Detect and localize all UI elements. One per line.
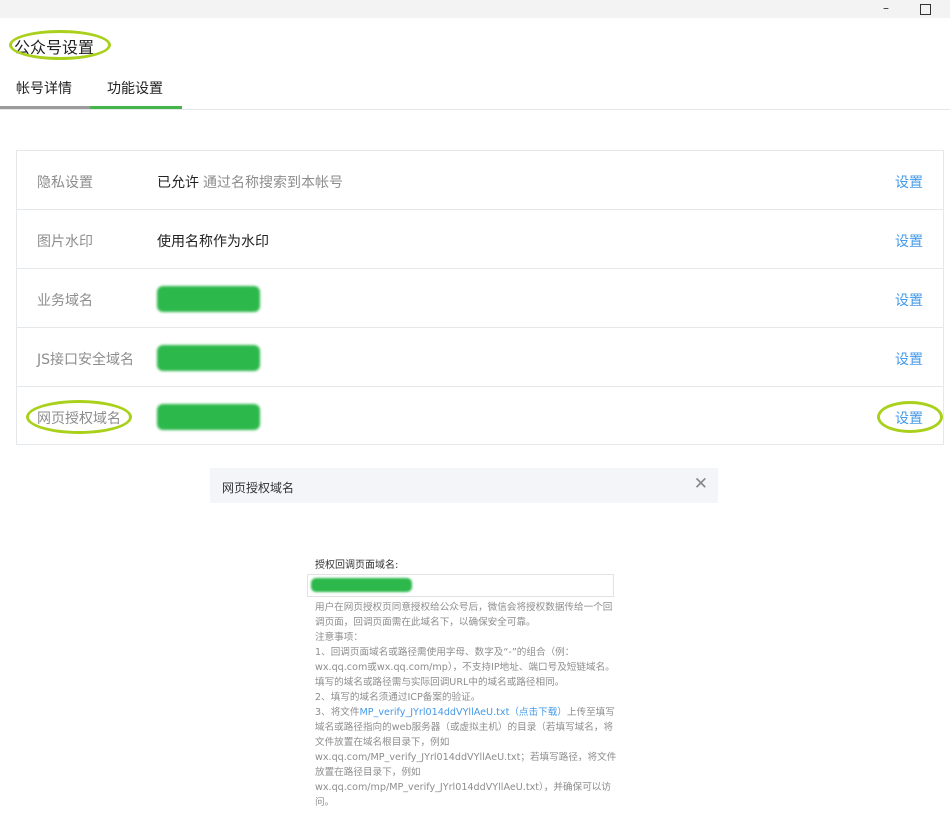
privacy-status: 已允许 [157,175,199,191]
row-value: 已允许 通过名称搜索到本帐号 [157,172,343,192]
redacted-domain-value [157,286,260,312]
privacy-settings-link[interactable]: 设置 [895,172,923,192]
settings-row-js-domain: JS接口安全域名 设置 [17,328,943,387]
watermark-value: 使用名称作为水印 [157,234,269,250]
note-3-suffix: 上传至填写域名或路径指向的web服务器（或虚拟主机）的目录（若填写域名，将文件放… [315,707,617,808]
settings-row-watermark: 图片水印 使用名称作为水印 设置 [17,210,943,269]
page-title: 公众号设置 [14,38,95,57]
desc-intro: 用户在网页授权页同意授权给公众号后，微信会将授权数据传给一个回调页面，回调页面需… [315,602,613,628]
tab-account-details[interactable]: 帐号详情 [16,78,72,98]
row-label: JS接口安全域名 [37,352,135,368]
callback-domain-input[interactable] [307,574,614,597]
settings-table: 隐私设置 已允许 通过名称搜索到本帐号 设置 图片水印 使用名称作为水印 设置 业… [16,150,944,445]
tab-feature-settings[interactable]: 功能设置 [107,78,163,98]
maximize-icon[interactable] [920,4,931,15]
note-1: 1、回调页面域名或路径需使用字母、数字及“-”的组合（例：wx.qq.com或w… [315,647,615,688]
redacted-domain-value [157,345,260,371]
dialog-title: 网页授权域名 [222,481,295,495]
callback-domain-label: 授权回调页面域名: [315,560,399,571]
row-label: 业务域名 [37,293,93,309]
watermark-settings-link[interactable]: 设置 [895,231,923,251]
settings-row-privacy: 隐私设置 已允许 通过名称搜索到本帐号 设置 [17,151,943,210]
verify-file-link[interactable]: MP_verify_JYrl014ddVYllAeU.txt [359,707,509,718]
settings-row-business-domain: 业务域名 设置 [17,269,943,328]
tab-divider [0,109,950,110]
download-link[interactable]: （点击下载） [509,707,567,718]
privacy-desc: 通过名称搜索到本帐号 [203,175,343,191]
row-label: 网页授权域名 [37,411,121,427]
oauth-domain-settings-link[interactable]: 设置 [895,408,923,428]
note-2: 2、填写的域名须通过ICP备案的验证。 [315,692,481,703]
notes-title: 注意事项： [315,632,363,643]
settings-row-oauth-domain: 网页授权域名 设置 [17,387,943,444]
row-label: 图片水印 [37,234,93,250]
redacted-input-value [311,578,412,592]
redacted-domain-value [157,404,260,430]
minimize-icon[interactable]: – [883,1,889,15]
js-domain-settings-link[interactable]: 设置 [895,349,923,369]
window-titlebar: – [0,0,950,18]
business-domain-settings-link[interactable]: 设置 [895,290,923,310]
close-icon[interactable]: ✕ [694,475,708,493]
dialog-header: 网页授权域名 ✕ [210,468,718,503]
row-label: 隐私设置 [37,175,93,191]
dialog-description: 用户在网页授权页同意授权给公众号后，微信会将授权数据传给一个回调页面，回调页面需… [315,600,621,810]
note-3-prefix: 3、将文件 [315,707,360,718]
note-3: 3、将文件MP_verify_JYrl014ddVYllAeU.txt（点击下载… [315,705,621,810]
